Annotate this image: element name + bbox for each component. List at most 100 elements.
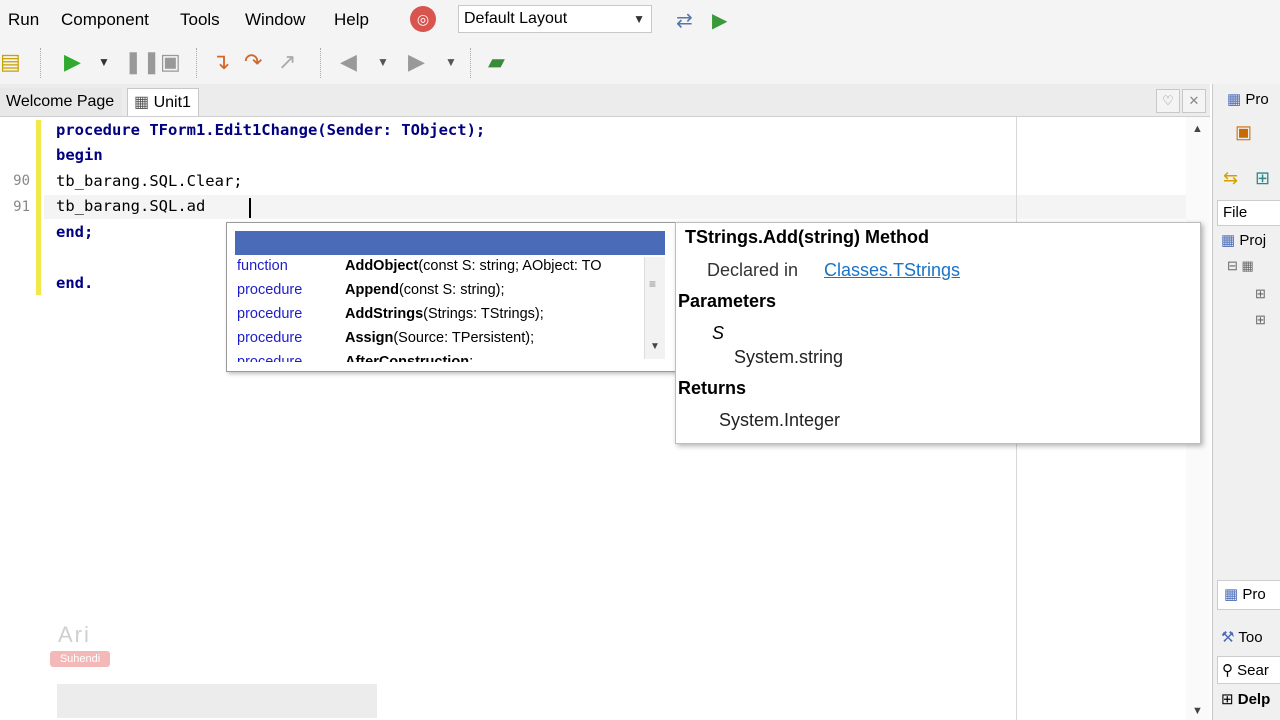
menu-tools[interactable]: Tools bbox=[180, 10, 220, 30]
expand-tree-icon[interactable]: ⊞ bbox=[1255, 312, 1266, 328]
menu-help[interactable]: Help bbox=[334, 10, 369, 30]
line-number: 91 bbox=[13, 199, 30, 215]
code-completion-popup: function AddObject(const S: string; AObj… bbox=[226, 222, 676, 372]
forward-dropdown-icon[interactable]: ▼ bbox=[445, 49, 457, 75]
line-number-gutter: 90 91 bbox=[0, 117, 36, 720]
completion-selected-row[interactable] bbox=[235, 231, 665, 255]
expand-tree-icon[interactable]: ⊞ bbox=[1255, 286, 1266, 302]
project-manager-title: ▦ Pro bbox=[1227, 91, 1269, 108]
help-declared-label: Declared in bbox=[707, 260, 799, 280]
chevron-down-icon: ▼ bbox=[633, 12, 645, 26]
close-tab-icon[interactable]: ✕ bbox=[1182, 89, 1206, 113]
watermark-name: Ari bbox=[58, 622, 91, 647]
code-line: end; bbox=[56, 223, 94, 241]
layout-select-value: Default Layout bbox=[464, 10, 568, 27]
completion-item[interactable]: function AddObject(const S: string; AObj… bbox=[237, 254, 639, 278]
code-line: begin bbox=[56, 146, 103, 164]
file-column-header[interactable]: File bbox=[1217, 200, 1280, 226]
run-to-cursor-icon[interactable]: ↗ bbox=[278, 49, 296, 75]
completion-item[interactable]: procedure AddStrings(Strings: TStrings); bbox=[237, 302, 639, 326]
project-manager-icon: ▦ bbox=[1227, 91, 1242, 108]
pause-icon[interactable]: ❚❚ bbox=[124, 49, 161, 75]
text-caret bbox=[249, 198, 251, 218]
completion-item[interactable]: procedure Assign(Source: TPersistent); bbox=[237, 326, 639, 350]
line-number: 90 bbox=[13, 173, 30, 189]
layout-settings-icon[interactable]: ◎ bbox=[410, 6, 436, 32]
tool-palette-search[interactable]: ⚲ Sear bbox=[1217, 656, 1280, 684]
run-dropdown-icon[interactable]: ▼ bbox=[98, 49, 110, 75]
file-header-label: File bbox=[1223, 204, 1248, 221]
tool-palette-title: ⚒ Too bbox=[1221, 629, 1263, 646]
toolbar-separator bbox=[196, 48, 198, 78]
collapse-tree-icon[interactable]: ⊟ ▦ bbox=[1227, 258, 1254, 274]
activate-project-icon[interactable]: ▣ bbox=[1235, 122, 1252, 143]
open-project-icon[interactable]: ▤ bbox=[0, 49, 21, 75]
expand-tree-icon: ⊞ bbox=[1221, 691, 1234, 708]
palette-category-delphi[interactable]: ⊞ Delp bbox=[1221, 690, 1270, 708]
step-into-icon[interactable]: ↴ bbox=[212, 49, 230, 75]
tool-palette-search-field: ⚲ Sear bbox=[1222, 662, 1269, 679]
editor-tab-bar: Welcome Page ▦ Unit1 ♡ ✕ bbox=[0, 84, 1210, 117]
save-desktop-icon[interactable]: ⇄ bbox=[676, 8, 693, 33]
run-icon[interactable]: ▶ bbox=[64, 49, 81, 75]
unit-file-icon: ▦ bbox=[134, 94, 150, 111]
code-line: end. bbox=[56, 274, 94, 292]
back-dropdown-icon[interactable]: ▼ bbox=[377, 49, 389, 75]
help-title: TStrings.Add(string) Method bbox=[685, 227, 929, 247]
project-group-item[interactable]: ▦ Proj bbox=[1221, 231, 1266, 249]
set-debug-desktop-icon[interactable]: ▶ bbox=[712, 8, 727, 33]
toolbar-separator bbox=[320, 48, 322, 78]
help-param-name: S bbox=[712, 323, 725, 343]
tab-welcome-page[interactable]: Welcome Page bbox=[0, 88, 122, 116]
completion-signature: AddStrings(Strings: TStrings); bbox=[345, 306, 544, 322]
scroll-up-icon[interactable]: ▲ bbox=[1192, 123, 1203, 135]
help-returns-heading: Returns bbox=[678, 378, 747, 398]
tree-view-icon[interactable]: ⊞ bbox=[1255, 168, 1270, 189]
completion-kind: procedure bbox=[237, 354, 303, 362]
completion-signature: AddObject(const S: string; AObject: TO bbox=[345, 258, 602, 274]
completion-item[interactable]: procedure AfterConstruction; bbox=[237, 350, 639, 362]
tab-list-icon[interactable]: ♡ bbox=[1156, 89, 1180, 113]
toolbar-separator bbox=[470, 48, 472, 78]
help-insight-popup: TStrings.Add(string) Method Declared in … bbox=[675, 222, 1201, 444]
tab-unit1[interactable]: ▦ Unit1 bbox=[127, 88, 199, 116]
scroll-down-icon[interactable]: ▼ bbox=[650, 341, 660, 352]
scroll-thumb-icon[interactable]: ≡ bbox=[649, 259, 656, 309]
tool-palette-icon: ⚒ bbox=[1221, 629, 1235, 646]
back-icon[interactable]: ◀ bbox=[340, 49, 357, 75]
help-parameters-heading: Parameters bbox=[678, 291, 777, 311]
menu-window[interactable]: Window bbox=[245, 10, 305, 30]
overlay-box bbox=[57, 684, 377, 718]
completion-signature: AfterConstruction; bbox=[345, 354, 474, 362]
completion-signature: Append(const S: string); bbox=[345, 282, 505, 298]
completion-item[interactable]: procedure Append(const S: string); bbox=[237, 278, 639, 302]
scroll-down-icon[interactable]: ▼ bbox=[1192, 705, 1203, 717]
toolbar-separator bbox=[40, 48, 42, 78]
current-line-highlight bbox=[44, 195, 1186, 219]
completion-signature: Assign(Source: TPersistent); bbox=[345, 330, 535, 346]
tab-unit1-label: Unit1 bbox=[153, 94, 191, 111]
help-declared-link[interactable]: Classes.TStrings bbox=[824, 260, 960, 281]
menu-component[interactable]: Component bbox=[61, 10, 149, 30]
help-returns-type: System.Integer bbox=[719, 410, 841, 430]
stop-icon[interactable]: ▣ bbox=[160, 49, 181, 75]
project-manager-panel: ▦ Pro ▣ ⇆ ⊞ File ▦ Proj ⊟ ▦ ⊞ ⊞ ▦ Pro ⚒ … bbox=[1212, 84, 1280, 720]
debug-toolbar: ▤ ▶ ▼ ❚❚ ▣ ↴ ↷ ↗ ◀ ▼ ▶ ▼ ▰ bbox=[0, 40, 1280, 84]
sync-icon[interactable]: ⇆ bbox=[1223, 168, 1238, 189]
help-param-type: System.string bbox=[734, 347, 844, 367]
menu-run[interactable]: Run bbox=[8, 10, 39, 30]
tab-project-manager[interactable]: ▦ Pro bbox=[1217, 580, 1280, 610]
completion-kind: procedure bbox=[237, 306, 303, 322]
layout-select[interactable]: Default Layout ▼ bbox=[458, 5, 652, 33]
forward-icon[interactable]: ▶ bbox=[408, 49, 425, 75]
search-icon: ⚲ bbox=[1222, 662, 1233, 679]
modified-lines-bar bbox=[36, 120, 41, 295]
completion-kind: function bbox=[237, 258, 288, 274]
completion-kind: procedure bbox=[237, 330, 303, 346]
completion-kind: procedure bbox=[237, 282, 303, 298]
help-book-icon[interactable]: ▰ bbox=[488, 49, 505, 75]
watermark-subtitle: Suhendi bbox=[50, 651, 110, 667]
tab-project-manager-label: ▦ Pro bbox=[1224, 586, 1266, 603]
completion-scrollbar[interactable]: ≡ ▼ bbox=[644, 257, 665, 359]
step-over-icon[interactable]: ↷ bbox=[244, 49, 262, 75]
